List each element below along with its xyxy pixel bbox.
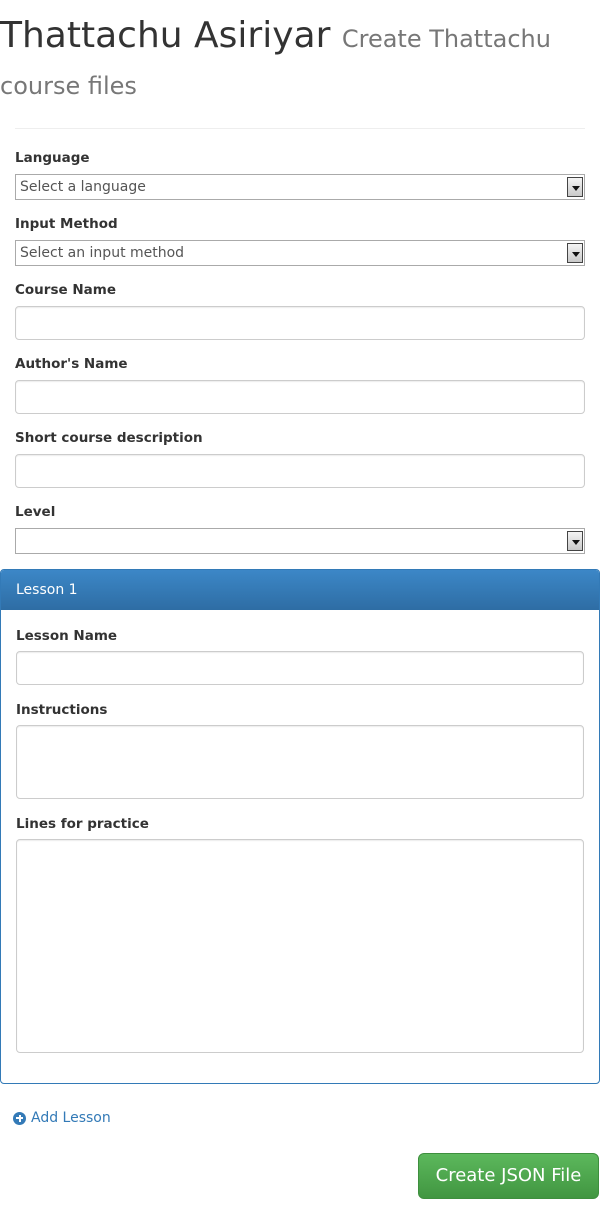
language-select-value: Select a language <box>20 179 146 195</box>
input-method-select-value: Select an input method <box>20 245 185 261</box>
create-json-button[interactable]: Create JSON File <box>418 1153 599 1199</box>
lesson-name-label: Lesson Name <box>16 628 118 644</box>
author-name-input[interactable] <box>15 380 585 414</box>
lesson-panel: Lesson 1 Lesson Name Instructions Lines … <box>0 569 600 1084</box>
page-title: Thattachu Asiriyar Create Thattachu cour… <box>0 14 600 108</box>
author-name-label: Author's Name <box>15 356 128 372</box>
lines-for-practice-label: Lines for practice <box>16 816 149 832</box>
level-label: Level <box>15 504 56 520</box>
language-label: Language <box>15 150 90 166</box>
plus-circle-icon[interactable] <box>13 1111 26 1125</box>
short-description-input[interactable] <box>15 454 585 488</box>
language-select[interactable]: Select a language <box>15 174 585 200</box>
level-select[interactable] <box>15 528 585 554</box>
course-name-label: Course Name <box>15 282 116 298</box>
chevron-down-icon[interactable] <box>567 243 583 263</box>
add-lesson-link[interactable]: Add Lesson <box>13 1110 111 1126</box>
lesson-panel-heading: Lesson 1 <box>1 570 599 610</box>
short-description-label: Short course description <box>15 430 203 446</box>
chevron-down-icon[interactable] <box>567 531 583 551</box>
add-lesson-label[interactable]: Add Lesson <box>31 1110 111 1126</box>
header-divider <box>15 128 585 129</box>
input-method-select[interactable]: Select an input method <box>15 240 585 266</box>
course-name-input[interactable] <box>15 306 585 340</box>
instructions-textarea[interactable] <box>16 725 584 799</box>
input-method-label: Input Method <box>15 216 118 232</box>
lesson-name-input[interactable] <box>16 651 584 685</box>
instructions-label: Instructions <box>16 702 108 718</box>
lines-for-practice-textarea[interactable] <box>16 839 584 1053</box>
app-title: Thattachu Asiriyar <box>0 15 331 56</box>
page-header: Thattachu Asiriyar Create Thattachu cour… <box>0 14 600 108</box>
chevron-down-icon[interactable] <box>567 177 583 197</box>
